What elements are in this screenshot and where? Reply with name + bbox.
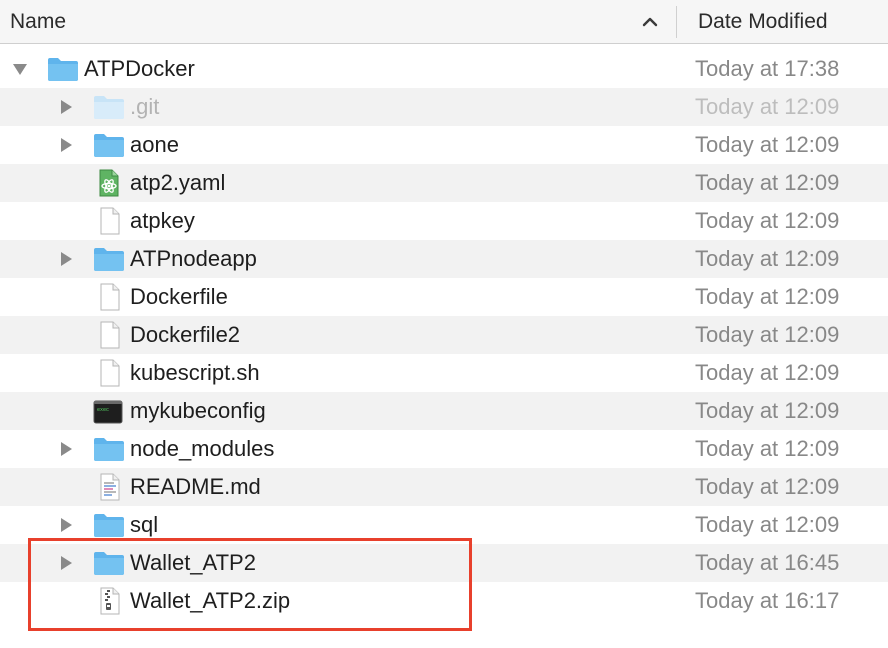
document-icon — [92, 359, 126, 387]
date-modified: Today at 17:38 — [695, 56, 840, 81]
document-icon — [92, 283, 126, 311]
disclosure-triangle-collapsed-icon[interactable] — [58, 441, 74, 457]
file-row[interactable]: aone Today at 12:09 — [0, 126, 888, 164]
date-modified: Today at 12:09 — [695, 208, 840, 233]
folder-icon — [92, 511, 126, 539]
file-row[interactable]: Dockerfile2 Today at 12:09 — [0, 316, 888, 354]
file-name: node_modules — [130, 436, 275, 461]
svg-text:exec: exec — [97, 407, 109, 413]
name-column-header[interactable]: Name — [10, 0, 66, 44]
file-name: mykubeconfig — [130, 398, 266, 423]
date-modified: Today at 12:09 — [695, 398, 840, 423]
file-name: kubescript.sh — [130, 360, 260, 385]
folder-icon — [92, 245, 126, 273]
date-modified: Today at 12:09 — [695, 246, 840, 271]
file-name: Dockerfile2 — [130, 322, 241, 347]
disclosure-triangle-collapsed-icon[interactable] — [58, 251, 74, 267]
file-row[interactable]: Wallet_ATP2.zip Today at 16:17 — [0, 582, 888, 620]
file-name: Wallet_ATP2.zip — [130, 588, 291, 613]
text-document-icon — [92, 473, 126, 501]
file-list: ATPDocker Today at 17:38 .git Today at 12:0… — [0, 50, 888, 620]
zip-archive-icon — [92, 587, 126, 615]
file-row[interactable]: atpkey Today at 12:09 — [0, 202, 888, 240]
atom-file-icon — [92, 169, 126, 197]
date-modified: Today at 12:09 — [695, 170, 840, 195]
file-row[interactable]: ATPDocker Today at 17:38 — [0, 50, 888, 88]
date-modified: Today at 16:17 — [695, 588, 840, 613]
file-name: aone — [130, 132, 179, 157]
folder-icon — [92, 435, 126, 463]
file-name: sql — [130, 512, 159, 537]
disclosure-triangle-expanded-icon[interactable] — [12, 61, 28, 77]
date-modified: Today at 16:45 — [695, 550, 840, 575]
file-name: ATPDocker — [84, 56, 195, 81]
file-row[interactable]: .git Today at 12:09 — [0, 88, 888, 126]
folder-icon — [92, 549, 126, 577]
file-name: .git — [130, 94, 160, 119]
column-header-bar: Name Date Modified — [0, 0, 888, 44]
disclosure-triangle-collapsed-icon[interactable] — [58, 137, 74, 153]
date-modified: Today at 12:09 — [695, 132, 840, 157]
date-modified: Today at 12:09 — [695, 322, 840, 347]
terminal-icon: exec — [92, 397, 126, 425]
disclosure-triangle-collapsed-icon[interactable] — [58, 99, 74, 115]
file-row[interactable]: sql Today at 12:09 — [0, 506, 888, 544]
file-row[interactable]: exec mykubeconfig Today at 12:09 — [0, 392, 888, 430]
file-row[interactable]: Wallet_ATP2 Today at 16:45 — [0, 544, 888, 582]
folder-icon — [46, 55, 80, 83]
file-row[interactable]: README.md Today at 12:09 — [0, 468, 888, 506]
chevron-up-icon[interactable] — [638, 10, 662, 34]
file-row[interactable]: atp2.yaml Today at 12:09 — [0, 164, 888, 202]
folder-icon — [92, 131, 126, 159]
document-icon — [92, 207, 126, 235]
file-name: README.md — [130, 474, 261, 499]
date-modified: Today at 12:09 — [695, 360, 840, 385]
date-modified-column-header[interactable]: Date Modified — [698, 0, 828, 44]
date-modified: Today at 12:09 — [695, 94, 840, 119]
file-row[interactable]: Dockerfile Today at 12:09 — [0, 278, 888, 316]
file-name: Wallet_ATP2 — [130, 550, 256, 575]
file-name: atpkey — [130, 208, 195, 233]
folder-icon — [92, 93, 126, 121]
date-modified: Today at 12:09 — [695, 436, 840, 461]
file-row[interactable]: ATPnodeapp Today at 12:09 — [0, 240, 888, 278]
file-name: atp2.yaml — [130, 170, 226, 195]
document-icon — [92, 321, 126, 349]
disclosure-triangle-collapsed-icon[interactable] — [58, 555, 74, 571]
date-modified: Today at 12:09 — [695, 474, 840, 499]
date-modified: Today at 12:09 — [695, 284, 840, 309]
file-name: ATPnodeapp — [130, 246, 257, 271]
date-modified: Today at 12:09 — [695, 512, 840, 537]
file-row[interactable]: node_modules Today at 12:09 — [0, 430, 888, 468]
disclosure-triangle-collapsed-icon[interactable] — [58, 517, 74, 533]
file-row[interactable]: kubescript.sh Today at 12:09 — [0, 354, 888, 392]
file-name: Dockerfile — [130, 284, 228, 309]
column-divider[interactable] — [676, 6, 677, 38]
